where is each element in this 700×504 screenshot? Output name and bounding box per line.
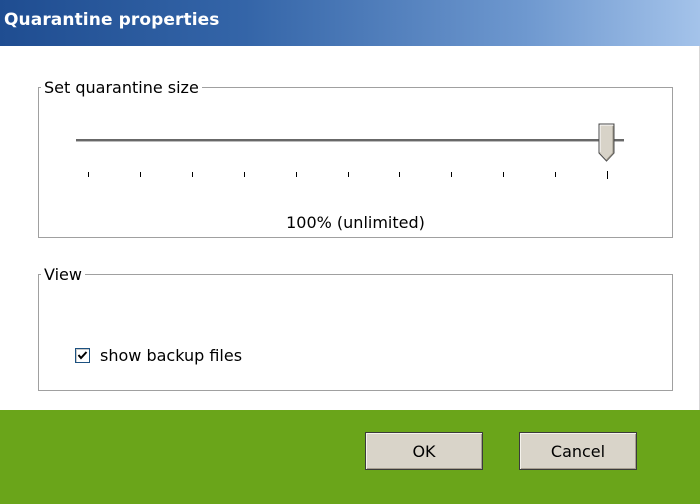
slider-tick bbox=[348, 172, 349, 177]
set-quarantine-size-legend: Set quarantine size bbox=[44, 78, 199, 97]
dialog-content: Set quarantine size 100% (unlimited) Vie… bbox=[0, 46, 700, 410]
slider-tick bbox=[503, 172, 504, 177]
quarantine-size-slider[interactable] bbox=[76, 113, 636, 193]
show-backup-files-option[interactable]: show backup files bbox=[75, 344, 242, 366]
slider-tick bbox=[451, 172, 452, 177]
slider-tick bbox=[192, 172, 193, 177]
view-legend: View bbox=[44, 265, 82, 284]
slider-tick bbox=[555, 172, 556, 177]
show-backup-files-label[interactable]: show backup files bbox=[100, 346, 242, 365]
set-quarantine-size-group: Set quarantine size 100% (unlimited) bbox=[38, 78, 673, 238]
quarantine-size-value: 100% (unlimited) bbox=[286, 213, 425, 232]
quarantine-properties-dialog: Quarantine properties Set quarantine siz… bbox=[0, 0, 700, 504]
show-backup-files-checkbox[interactable] bbox=[75, 347, 90, 363]
slider-tick bbox=[296, 172, 297, 177]
slider-tick bbox=[88, 172, 89, 177]
slider-tick bbox=[399, 172, 400, 177]
slider-tick bbox=[244, 172, 245, 177]
title-bar[interactable]: Quarantine properties bbox=[0, 0, 700, 46]
cancel-button[interactable]: Cancel bbox=[519, 432, 637, 470]
checkmark-icon bbox=[77, 350, 88, 360]
slider-tick bbox=[607, 171, 608, 179]
slider-ticks bbox=[88, 171, 618, 180]
slider-tick bbox=[140, 172, 141, 177]
slider-track[interactable] bbox=[76, 139, 624, 142]
ok-button[interactable]: OK bbox=[365, 432, 483, 470]
view-group: View show backup files bbox=[38, 265, 673, 391]
slider-thumb[interactable] bbox=[598, 123, 616, 163]
button-bar: OK Cancel bbox=[0, 410, 700, 504]
window-title: Quarantine properties bbox=[4, 10, 220, 30]
